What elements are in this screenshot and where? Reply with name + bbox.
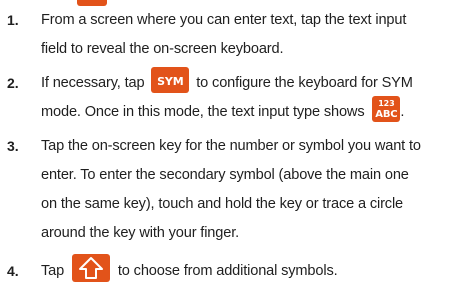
step-text-fragment: If necessary, tap: [41, 75, 145, 91]
sym-key-icon: SYM: [151, 67, 190, 94]
step-number: 3.: [7, 138, 19, 154]
step-text-line: If necessary, tap SYM to configure the k…: [41, 67, 467, 98]
step-text: Tap to choose from additional symbols.: [41, 254, 467, 286]
123-abc-key-icon: 123 ABC: [372, 96, 401, 123]
step-text-line: Tap to choose from additional symbols.: [41, 254, 467, 286]
step-number: 1.: [7, 12, 19, 28]
step-text-line: enter. To enter the secondary symbol (ab…: [41, 167, 409, 183]
step-text-line: From a screen where you can enter text, …: [41, 12, 407, 28]
step-text-line: mode. Once in this mode, the text input …: [41, 96, 467, 127]
step-text-line: Tap the on-screen key for the number or …: [41, 138, 421, 154]
key-label-top: 123: [378, 99, 395, 109]
step-text: From a screen where you can enter text, …: [41, 6, 467, 64]
step-text-fragment: to configure the keyboard for SYM: [196, 75, 413, 91]
step-text-fragment: mode. Once in this mode, the text input …: [41, 104, 365, 120]
shift-up-arrow-icon: [72, 254, 110, 283]
step-text-fragment: .: [400, 104, 405, 120]
step-text-fragment: to choose from additional symbols.: [117, 263, 338, 279]
key-label-bottom: ABC: [375, 109, 398, 121]
step-number: 2.: [7, 75, 19, 91]
step-text-fragment: Tap: [41, 263, 65, 279]
step-text-line: on the same key), touch and hold the key…: [41, 196, 404, 212]
step-number: 4.: [7, 263, 19, 279]
step-text-line: field to reveal the on-screen keyboard.: [41, 41, 284, 57]
step-text: If necessary, tap SYM to configure the k…: [41, 67, 467, 127]
step-text: Tap the on-screen key for the number or …: [41, 132, 467, 248]
step-text-line: around the key with your finger.: [41, 225, 240, 241]
